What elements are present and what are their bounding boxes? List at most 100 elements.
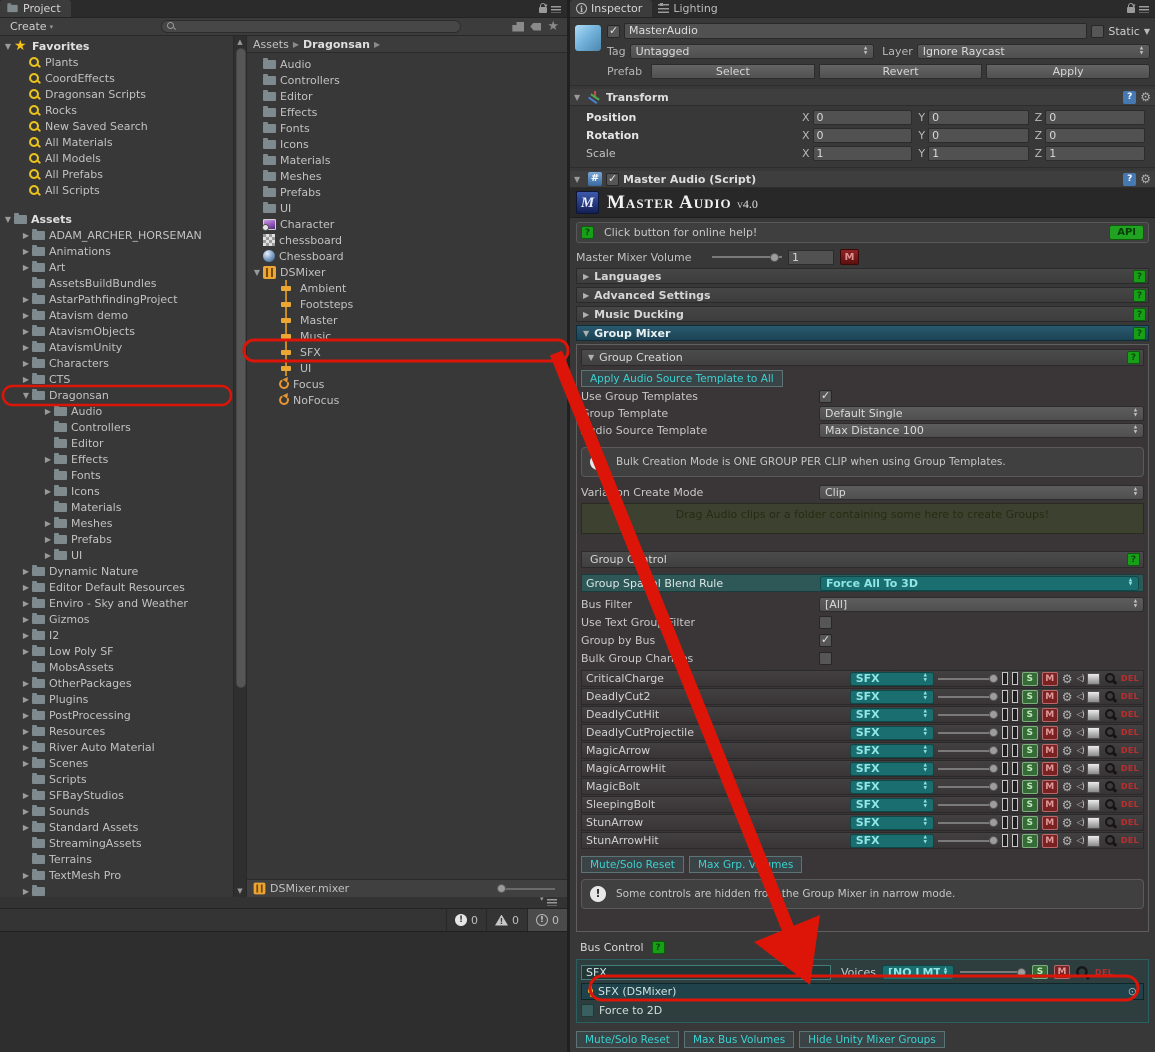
group-mute-button[interactable]: M	[1042, 780, 1058, 794]
panel-menu-icon[interactable]	[551, 6, 561, 13]
section-group-mixer[interactable]: ▼ Group Mixer ?	[576, 325, 1149, 341]
tree-item-enviro-sky-and-weather[interactable]: ▶Enviro - Sky and Weather	[0, 595, 233, 611]
group-delete-button[interactable]: DEL	[1121, 728, 1139, 737]
find-group-icon[interactable]	[1104, 798, 1117, 811]
preview-speaker-icon[interactable]: ◁)	[1076, 782, 1082, 792]
help-icon[interactable]: ?	[1123, 173, 1136, 186]
bus-volume-slider[interactable]	[960, 971, 1026, 973]
stop-preview-icon[interactable]	[1087, 691, 1100, 703]
tree-item-mobsassets[interactable]: MobsAssets	[0, 659, 233, 675]
delete-bus-button[interactable]: DEL	[1095, 968, 1113, 977]
tree-item-characters[interactable]: ▶Characters	[0, 355, 233, 371]
tree-item-cts[interactable]: ▶CTS	[0, 371, 233, 387]
max-group-volumes-button[interactable]: Max Grp. Volumes	[689, 856, 802, 873]
find-group-icon[interactable]	[1104, 744, 1117, 757]
foldout-icon[interactable]: ▼	[574, 93, 584, 102]
panel-menu-icon[interactable]	[1139, 6, 1149, 13]
find-group-icon[interactable]	[1104, 708, 1117, 721]
tree-item-assetsbuildbundles[interactable]: AssetsBuildBundles	[0, 275, 233, 291]
group-bus-dropdown[interactable]: SFX	[850, 726, 934, 740]
preview-speaker-icon[interactable]: ◁)	[1076, 674, 1082, 684]
group-solo-button[interactable]: S	[1022, 762, 1038, 776]
browser-mixer-group-sfx[interactable]: SFX	[247, 344, 567, 360]
find-group-icon[interactable]	[1104, 672, 1117, 685]
group-solo-button[interactable]: S	[1022, 780, 1038, 794]
group-delete-button[interactable]: DEL	[1121, 818, 1139, 827]
apply-audio-source-template-button[interactable]: Apply Audio Source Template to All	[581, 370, 783, 387]
info-count-toggle[interactable]: ! 0	[527, 909, 567, 931]
scale-y-field[interactable]: 1	[928, 146, 1029, 161]
group-solo-button[interactable]: S	[1022, 834, 1038, 848]
stop-preview-icon[interactable]	[1087, 817, 1100, 829]
mixer-volume-slider[interactable]	[712, 256, 782, 258]
tree-favorite-item[interactable]: Dragonsan Scripts	[0, 86, 233, 102]
group-settings-gear-icon[interactable]: ⚙	[1062, 744, 1073, 758]
foldout-icon[interactable]: ▼	[574, 175, 584, 184]
group-bus-dropdown[interactable]: SFX	[850, 744, 934, 758]
stop-preview-icon[interactable]	[1087, 763, 1100, 775]
thumbnail-size-slider[interactable]	[497, 888, 555, 890]
tree-subitem-meshes[interactable]: ▶Meshes	[0, 515, 233, 531]
rotation-z-field[interactable]: 0	[1045, 128, 1145, 143]
group-solo-button[interactable]: S	[1022, 708, 1038, 722]
group-delete-button[interactable]: DEL	[1121, 782, 1139, 791]
stop-preview-icon[interactable]	[1087, 835, 1100, 847]
group-volume-slider[interactable]	[938, 732, 998, 734]
tree-subitem-prefabs[interactable]: ▶Prefabs	[0, 531, 233, 547]
group-delete-button[interactable]: DEL	[1121, 764, 1139, 773]
group-volume-slider[interactable]	[938, 696, 998, 698]
group-settings-gear-icon[interactable]: ⚙	[1062, 762, 1073, 776]
group-delete-button[interactable]: DEL	[1121, 710, 1139, 719]
hide-unity-mixer-groups-button[interactable]: Hide Unity Mixer Groups	[799, 1031, 945, 1048]
group-solo-button[interactable]: S	[1022, 816, 1038, 830]
tree-item-resources[interactable]: ▶Resources	[0, 723, 233, 739]
group-delete-button[interactable]: DEL	[1121, 674, 1139, 683]
group-settings-gear-icon[interactable]: ⚙	[1062, 780, 1073, 794]
bus-filter-dropdown[interactable]: [All]	[819, 597, 1144, 612]
group-mute-button[interactable]: M	[1042, 762, 1058, 776]
tab-lighting[interactable]: Lighting	[652, 0, 727, 17]
voices-limit-dropdown[interactable]: [NO LMT]	[882, 965, 954, 980]
tree-favorite-item[interactable]: New Saved Search	[0, 118, 233, 134]
find-group-icon[interactable]	[1104, 690, 1117, 703]
help-question-button[interactable]: ?	[1133, 308, 1146, 321]
tree-item-gizmos[interactable]: ▶Gizmos	[0, 611, 233, 627]
group-mute-button[interactable]: M	[1042, 798, 1058, 812]
slider-knob[interactable]	[989, 710, 998, 719]
favorites-filter-icon[interactable]: ★	[547, 22, 559, 32]
checkbox[interactable]	[819, 634, 832, 647]
tree-subitem-fonts[interactable]: Fonts	[0, 467, 233, 483]
group-bus-dropdown[interactable]: SFX	[850, 798, 934, 812]
group-template-dropdown[interactable]: Default Single	[819, 406, 1144, 421]
audio-source-template-dropdown[interactable]: Max Distance 100	[819, 423, 1144, 438]
tree-item-editor-default-resources[interactable]: ▶Editor Default Resources	[0, 579, 233, 595]
bus-mixer-group-field[interactable]: SFX (DSMixer) ⊙	[581, 983, 1144, 1000]
master-audio-header[interactable]: ▼ # Master Audio (Script) ? ⚙	[570, 171, 1155, 188]
group-settings-gear-icon[interactable]: ⚙	[1062, 726, 1073, 740]
force-2d-checkbox[interactable]	[581, 1004, 594, 1017]
group-delete-button[interactable]: DEL	[1121, 800, 1139, 809]
tree-subitem-editor[interactable]: Editor	[0, 435, 233, 451]
preview-speaker-icon[interactable]: ◁)	[1076, 836, 1082, 846]
tree-item-textmesh-pro[interactable]: ▶TextMesh Pro	[0, 867, 233, 883]
browser-mixer-group-footsteps[interactable]: Footsteps	[247, 296, 567, 312]
tree-favorite-item[interactable]: Rocks	[0, 102, 233, 118]
tree-subitem-controllers[interactable]: Controllers	[0, 419, 233, 435]
search-input[interactable]	[161, 20, 461, 33]
preview-speaker-icon[interactable]: ◁)	[1076, 746, 1082, 756]
slider-knob[interactable]	[989, 746, 998, 755]
tree-favorite-item[interactable]: All Prefabs	[0, 166, 233, 182]
slider-knob[interactable]	[989, 782, 998, 791]
find-group-icon[interactable]	[1104, 726, 1117, 739]
group-mute-button[interactable]: M	[1042, 744, 1058, 758]
slider-knob[interactable]	[989, 728, 998, 737]
find-group-icon[interactable]	[1104, 780, 1117, 793]
help-question-button[interactable]: ?	[1133, 289, 1146, 302]
group-mute-button[interactable]: M	[1042, 816, 1058, 830]
breadcrumb-dragonsan[interactable]: Dragonsan	[303, 38, 370, 51]
help-question-button[interactable]: ?	[581, 226, 594, 239]
group-settings-gear-icon[interactable]: ⚙	[1062, 798, 1073, 812]
variation-create-mode-dropdown[interactable]: Clip	[819, 485, 1144, 500]
slider-knob[interactable]	[989, 800, 998, 809]
tree-subitem-audio[interactable]: ▶Audio	[0, 403, 233, 419]
